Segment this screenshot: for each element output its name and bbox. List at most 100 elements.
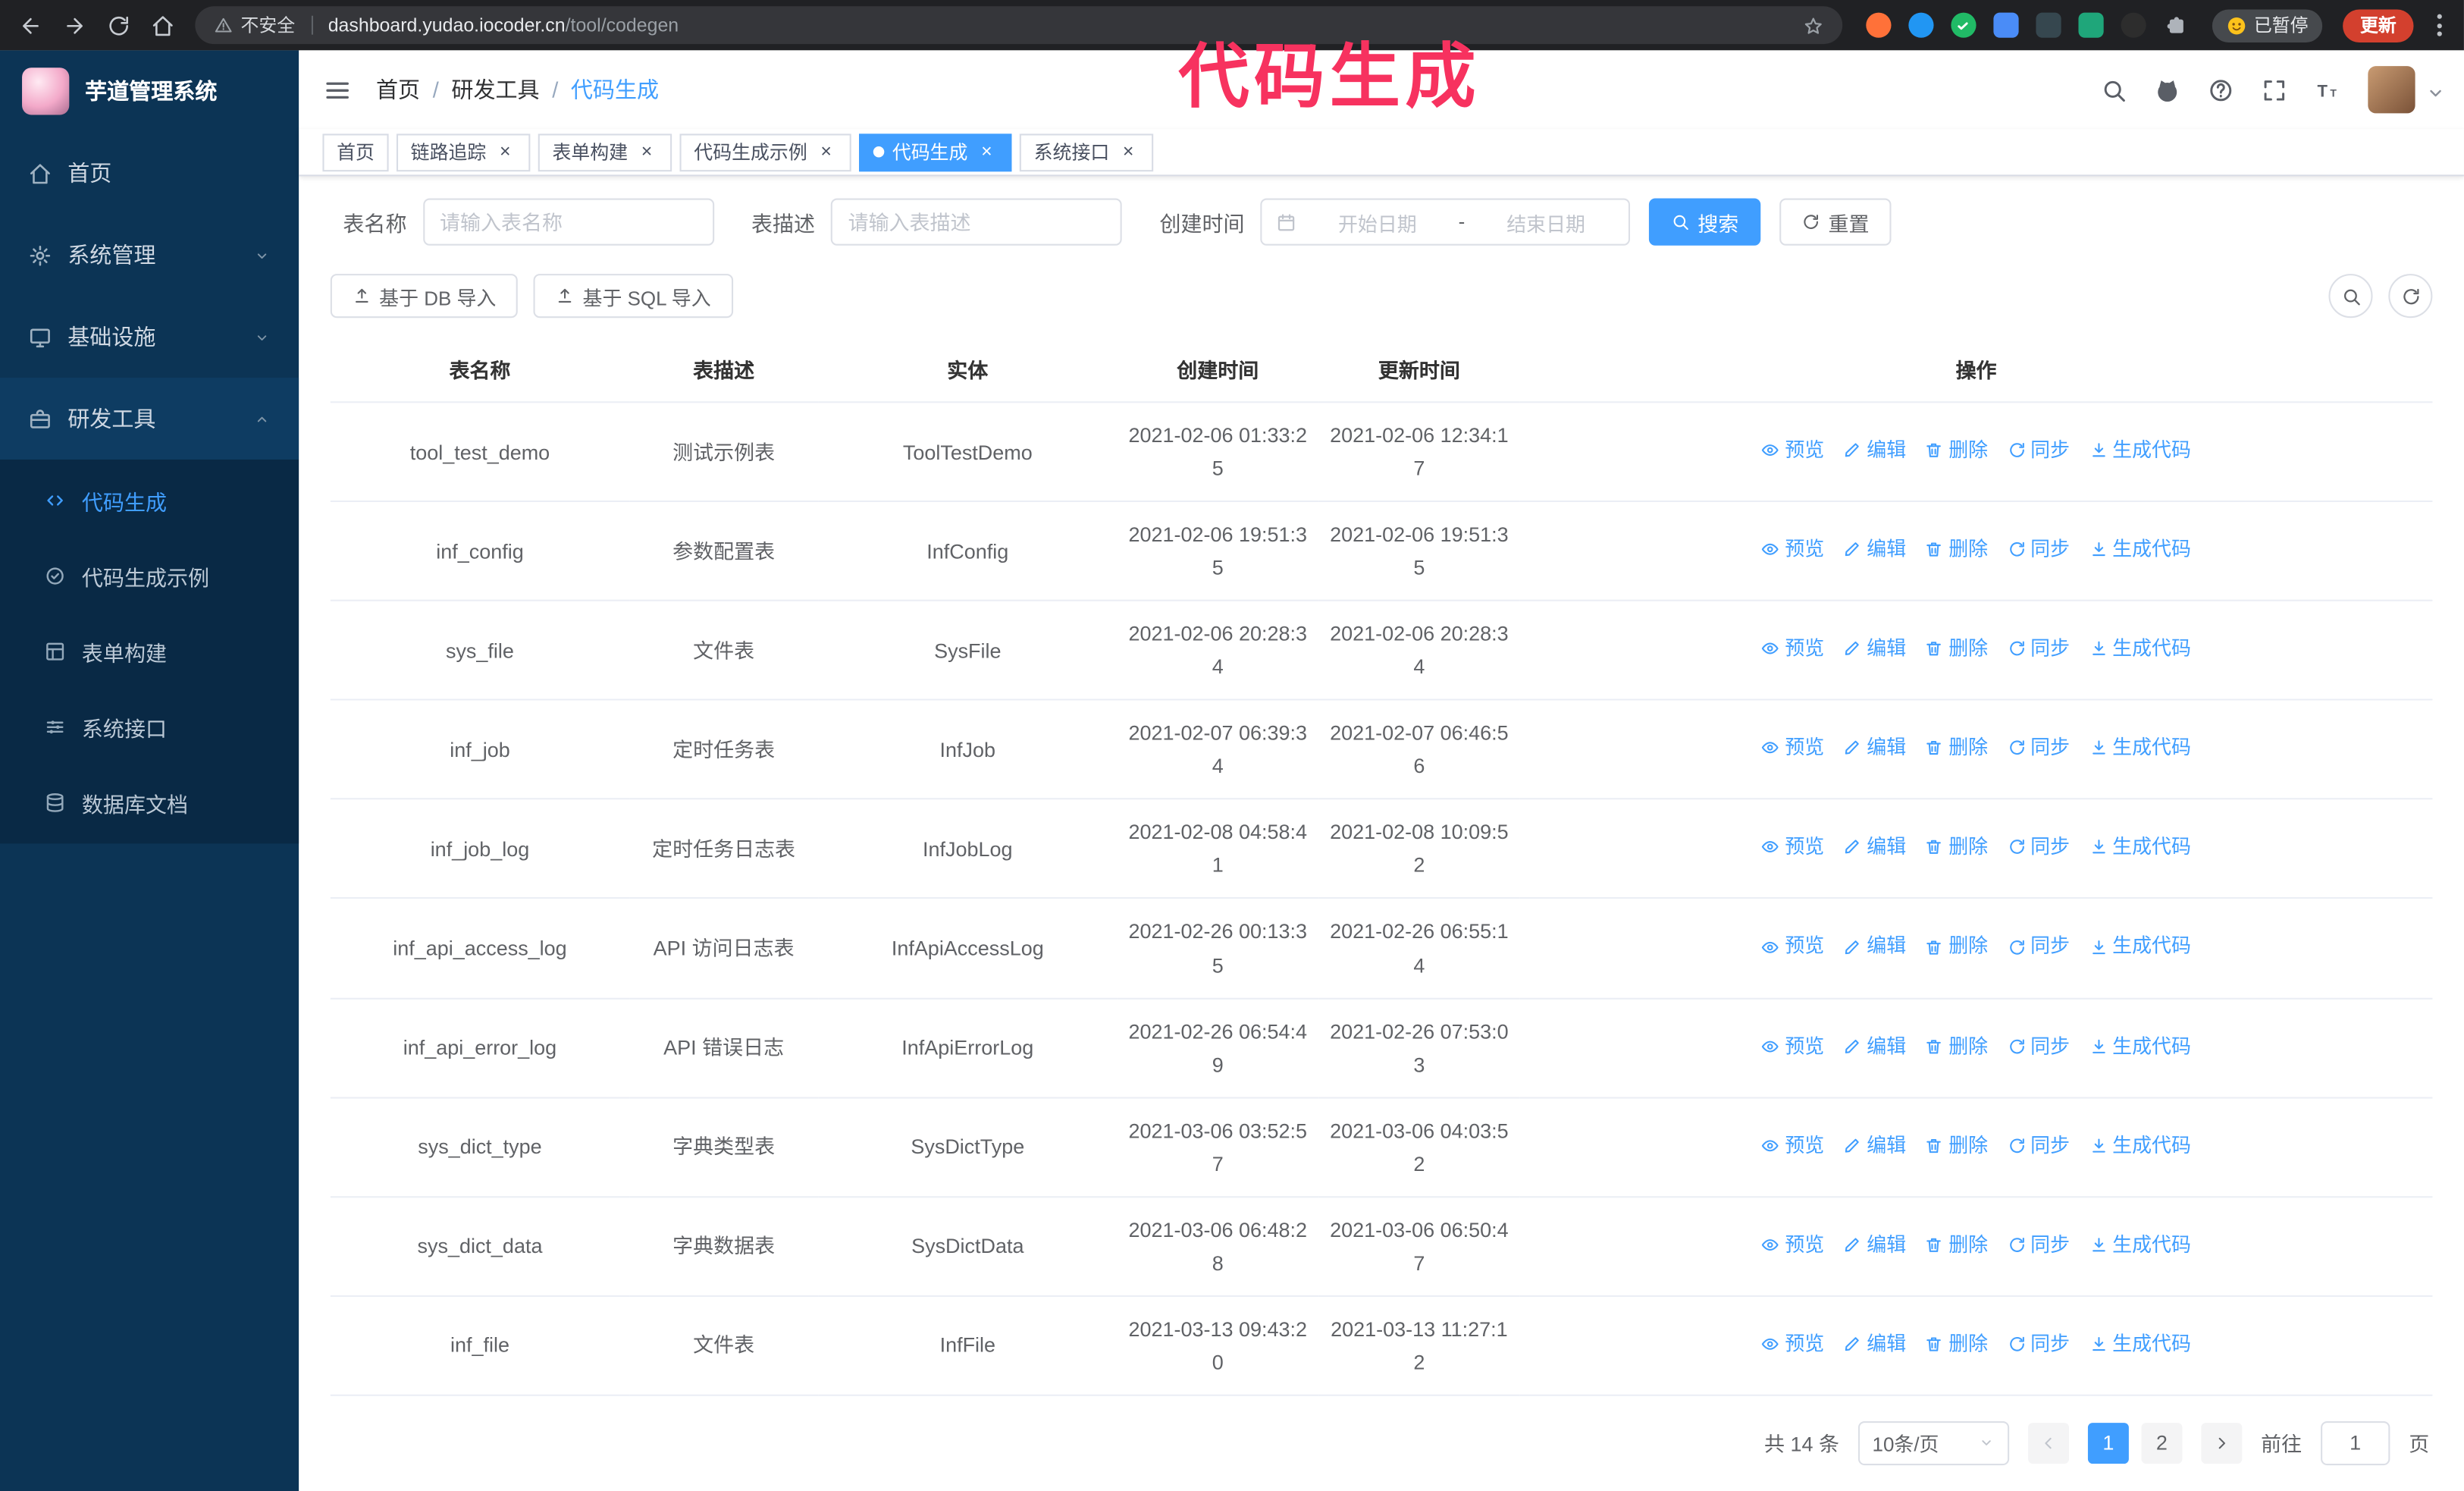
- edit-action[interactable]: 编辑: [1843, 1328, 1906, 1360]
- sync-action[interactable]: 同步: [2007, 1129, 2070, 1161]
- browser-menu-icon[interactable]: [2434, 11, 2445, 39]
- sidebar-item-system[interactable]: 系统管理: [0, 214, 299, 296]
- paused-badge[interactable]: 已暂停: [2211, 8, 2323, 42]
- tab-close-icon[interactable]: ×: [636, 140, 658, 163]
- delete-action[interactable]: 删除: [1925, 931, 1988, 962]
- tab-close-icon[interactable]: ×: [1118, 140, 1140, 163]
- sidebar-toggle-button[interactable]: [322, 75, 352, 105]
- table-desc-input[interactable]: [830, 198, 1122, 246]
- preview-action[interactable]: 预览: [1761, 1328, 1824, 1360]
- paw-extension-icon[interactable]: [2120, 12, 2146, 38]
- preview-action[interactable]: 预览: [1761, 435, 1824, 466]
- sync-action[interactable]: 同步: [2007, 733, 2070, 764]
- import-sql-button[interactable]: 基于 SQL 导入: [534, 274, 733, 319]
- browser-home-button[interactable]: [151, 14, 174, 37]
- generate-code-action[interactable]: 生成代码: [2089, 1030, 2191, 1062]
- breadcrumb-item[interactable]: 研发工具: [451, 74, 539, 106]
- update-button[interactable]: 更新: [2343, 8, 2414, 42]
- bookmark-star-icon[interactable]: [1802, 15, 1823, 36]
- page-button-1[interactable]: 1: [2087, 1422, 2129, 1464]
- sidebar-subitem-form-builder[interactable]: 表单构建: [0, 614, 299, 689]
- generate-code-action[interactable]: 生成代码: [2089, 831, 2191, 863]
- preview-action[interactable]: 预览: [1761, 1129, 1824, 1161]
- search-button[interactable]: [2101, 77, 2127, 103]
- tab-codegen[interactable]: 代码生成 ×: [859, 133, 1012, 171]
- breadcrumb-item[interactable]: 首页: [376, 74, 420, 106]
- edit-action[interactable]: 编辑: [1843, 534, 1906, 566]
- page-button-2[interactable]: 2: [2141, 1422, 2183, 1464]
- sidebar-item-home[interactable]: 首页: [0, 132, 299, 214]
- sync-action[interactable]: 同步: [2007, 1030, 2070, 1062]
- user-menu[interactable]: [2368, 66, 2441, 114]
- sidebar-subitem-db-doc[interactable]: 数据库文档: [0, 765, 299, 841]
- preview-action[interactable]: 预览: [1761, 1229, 1824, 1260]
- browser-forward-button[interactable]: [63, 14, 86, 37]
- generate-code-action[interactable]: 生成代码: [2089, 931, 2191, 962]
- question-button[interactable]: [2208, 77, 2234, 103]
- sync-action[interactable]: 同步: [2007, 1229, 2070, 1260]
- preview-action[interactable]: 预览: [1761, 733, 1824, 764]
- edit-action[interactable]: 编辑: [1843, 1229, 1906, 1260]
- delete-action[interactable]: 删除: [1925, 435, 1988, 466]
- sidebar-subitem-codegen[interactable]: 代码生成: [0, 463, 299, 538]
- github-button[interactable]: [2154, 77, 2180, 103]
- generate-code-action[interactable]: 生成代码: [2089, 435, 2191, 466]
- address-bar[interactable]: 不安全 dashboard.yudao.iocoder.cn/tool/code…: [195, 6, 1842, 45]
- sidebar-subitem-codegen-example[interactable]: 代码生成示例: [0, 538, 299, 614]
- people-extension-icon[interactable]: [1992, 12, 2018, 38]
- app-logo[interactable]: 芋道管理系统: [0, 50, 299, 132]
- edit-action[interactable]: 编辑: [1843, 931, 1906, 962]
- tab-home[interactable]: 首页: [322, 133, 389, 171]
- sync-action[interactable]: 同步: [2007, 1328, 2070, 1360]
- edit-action[interactable]: 编辑: [1843, 1030, 1906, 1062]
- generate-code-action[interactable]: 生成代码: [2089, 1229, 2191, 1260]
- table-name-input[interactable]: [422, 198, 714, 246]
- shield-extension-icon[interactable]: [2035, 12, 2061, 38]
- sync-action[interactable]: 同步: [2007, 831, 2070, 863]
- edit-action[interactable]: 编辑: [1843, 733, 1906, 764]
- edit-action[interactable]: 编辑: [1843, 633, 1906, 665]
- drop-extension-icon[interactable]: [1908, 12, 1933, 38]
- fontsize-button[interactable]: TT: [2315, 77, 2341, 103]
- sync-action[interactable]: 同步: [2007, 534, 2070, 566]
- browser-back-button[interactable]: [19, 14, 42, 37]
- sidebar-item-infra[interactable]: 基础设施: [0, 296, 299, 378]
- goto-page-input[interactable]: [2321, 1420, 2390, 1465]
- preview-action[interactable]: 预览: [1761, 534, 1824, 566]
- fullscreen-button[interactable]: [2261, 77, 2287, 103]
- tab-close-icon[interactable]: ×: [976, 140, 998, 163]
- sync-action[interactable]: 同步: [2007, 633, 2070, 665]
- tab-system-api[interactable]: 系统接口 ×: [1019, 133, 1154, 171]
- edit-action[interactable]: 编辑: [1843, 1129, 1906, 1161]
- generate-code-action[interactable]: 生成代码: [2089, 534, 2191, 566]
- generate-code-action[interactable]: 生成代码: [2089, 633, 2191, 665]
- generate-code-action[interactable]: 生成代码: [2089, 1129, 2191, 1161]
- tab-trace[interactable]: 链路追踪 ×: [397, 133, 531, 171]
- preview-action[interactable]: 预览: [1761, 931, 1824, 962]
- puzzle-extension-icon[interactable]: [2162, 13, 2187, 38]
- fox-extension-icon[interactable]: [1865, 12, 1891, 38]
- browser-reload-button[interactable]: [107, 14, 130, 37]
- tab-close-icon[interactable]: ×: [815, 140, 837, 163]
- edit-action[interactable]: 编辑: [1843, 435, 1906, 466]
- tab-form-builder[interactable]: 表单构建 ×: [538, 133, 672, 171]
- preview-action[interactable]: 预览: [1761, 1030, 1824, 1062]
- prev-page-button[interactable]: [2027, 1422, 2069, 1464]
- sync-action[interactable]: 同步: [2007, 931, 2070, 962]
- create-time-range-picker[interactable]: 开始日期 - 结束日期: [1260, 198, 1631, 246]
- preview-action[interactable]: 预览: [1761, 831, 1824, 863]
- preview-action[interactable]: 预览: [1761, 633, 1824, 665]
- generate-code-action[interactable]: 生成代码: [2089, 733, 2191, 764]
- toggle-search-button[interactable]: [2328, 274, 2373, 319]
- page-size-select[interactable]: 10条/页: [1857, 1420, 2010, 1465]
- verified-extension-icon[interactable]: [1950, 12, 1976, 38]
- delete-action[interactable]: 删除: [1925, 831, 1988, 863]
- import-db-button[interactable]: 基于 DB 导入: [330, 274, 519, 319]
- security-label[interactable]: 不安全: [241, 13, 296, 38]
- delete-action[interactable]: 删除: [1925, 1129, 1988, 1161]
- sidebar-item-dev-tools[interactable]: 研发工具: [0, 378, 299, 460]
- delete-action[interactable]: 删除: [1925, 1229, 1988, 1260]
- next-page-button[interactable]: [2201, 1422, 2243, 1464]
- sync-action[interactable]: 同步: [2007, 435, 2070, 466]
- reset-button[interactable]: 重置: [1779, 198, 1892, 246]
